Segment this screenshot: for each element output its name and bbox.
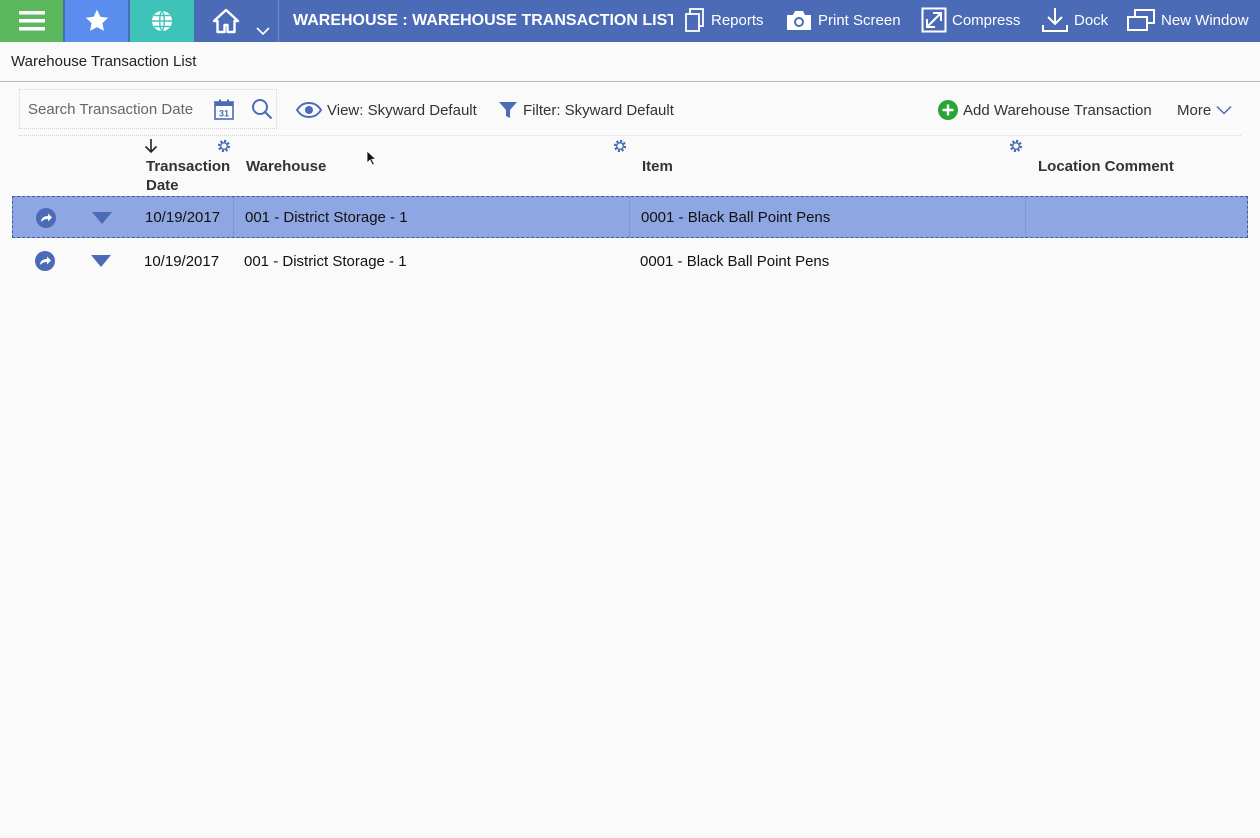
cell-warehouse: 001 - District Storage - 1 <box>245 208 408 226</box>
star-icon <box>85 9 108 31</box>
table-row[interactable]: 10/19/2017 001 - District Storage - 1 00… <box>12 196 1248 238</box>
column-separator <box>233 197 234 237</box>
toolbar-divider <box>19 135 1241 136</box>
filter-label: Filter: Skyward Default <box>523 101 674 119</box>
add-warehouse-transaction-label: Add Warehouse Transaction <box>963 101 1152 119</box>
view-selector[interactable]: View: Skyward Default <box>296 99 477 121</box>
search-icon[interactable] <box>251 98 273 120</box>
add-warehouse-transaction-button[interactable]: Add Warehouse Transaction <box>938 99 1152 121</box>
column-header-item[interactable]: Item <box>642 157 673 176</box>
calendar-day: 31 <box>219 109 229 119</box>
more-menu-button[interactable]: More <box>1177 99 1232 121</box>
main-menu-button[interactable] <box>0 0 63 42</box>
eye-icon <box>296 102 322 118</box>
column-separator <box>1025 197 1026 237</box>
home-icon <box>212 8 240 34</box>
cell-transaction-date: 10/19/2017 <box>145 208 221 226</box>
column-header-line1: Transaction <box>146 158 231 175</box>
column-separator <box>629 197 630 237</box>
print-screen-label: Print Screen <box>818 11 901 29</box>
column-header-transaction-date[interactable]: Transaction Date <box>146 157 230 195</box>
open-record-icon[interactable] <box>35 207 57 229</box>
calendar-icon[interactable]: 31 <box>214 99 234 120</box>
search-input[interactable] <box>28 99 206 119</box>
cell-item: 0001 - Black Ball Point Pens <box>641 208 831 226</box>
expand-row-icon[interactable] <box>91 211 113 225</box>
open-record-icon[interactable] <box>34 250 56 272</box>
filter-selector[interactable]: Filter: Skyward Default <box>498 99 674 121</box>
view-label: View: Skyward Default <box>327 101 477 119</box>
more-label: More <box>1177 101 1212 119</box>
compress-icon <box>921 7 947 33</box>
window-title: WAREHOUSE : WAREHOUSE TRANSACTION LIST <box>293 12 673 29</box>
globe-button[interactable] <box>130 0 194 42</box>
add-circle-icon <box>938 100 958 120</box>
sort-descending-icon[interactable] <box>143 138 159 154</box>
globe-icon <box>152 10 172 32</box>
print-screen-button[interactable]: Print Screen <box>785 0 901 40</box>
expand-row-icon[interactable] <box>90 254 112 268</box>
home-button[interactable] <box>196 0 279 42</box>
reports-button[interactable]: Reports <box>684 0 764 40</box>
cell-warehouse: 001 - District Storage - 1 <box>244 252 407 270</box>
camera-icon <box>787 11 811 30</box>
title-divider <box>0 81 1260 82</box>
gear-icon[interactable] <box>1008 138 1024 154</box>
new-window-icon <box>1127 9 1155 31</box>
table-row[interactable]: 10/19/2017 001 - District Storage - 1 00… <box>12 240 1248 282</box>
reports-label: Reports <box>711 11 764 29</box>
compress-button[interactable]: Compress <box>921 0 1020 40</box>
gear-icon[interactable] <box>216 138 232 154</box>
filter-icon <box>499 102 517 118</box>
new-window-label: New Window <box>1161 11 1249 29</box>
menu-icon <box>18 11 45 31</box>
search-box: 31 <box>19 89 277 129</box>
column-header-location-comment[interactable]: Location Comment <box>1038 157 1174 176</box>
gear-icon[interactable] <box>612 138 628 154</box>
dock-icon <box>1042 8 1068 32</box>
column-header-line2: Date <box>146 177 179 194</box>
top-navigation-bar: WAREHOUSE : WAREHOUSE TRANSACTION LIST R… <box>0 0 1260 42</box>
reports-icon <box>685 8 704 32</box>
mouse-cursor-icon <box>366 150 378 166</box>
column-header-warehouse[interactable]: Warehouse <box>246 157 326 176</box>
dock-button[interactable]: Dock <box>1041 0 1108 40</box>
chevron-down-icon <box>1216 105 1232 115</box>
cell-item: 0001 - Black Ball Point Pens <box>640 252 830 270</box>
page-title: Warehouse Transaction List <box>11 53 197 70</box>
cell-transaction-date: 10/19/2017 <box>144 252 220 270</box>
compress-label: Compress <box>952 11 1021 29</box>
new-window-button[interactable]: New Window <box>1126 0 1249 40</box>
favorites-button[interactable] <box>65 0 128 42</box>
dock-label: Dock <box>1074 11 1109 29</box>
chevron-down-icon[interactable] <box>256 26 270 36</box>
